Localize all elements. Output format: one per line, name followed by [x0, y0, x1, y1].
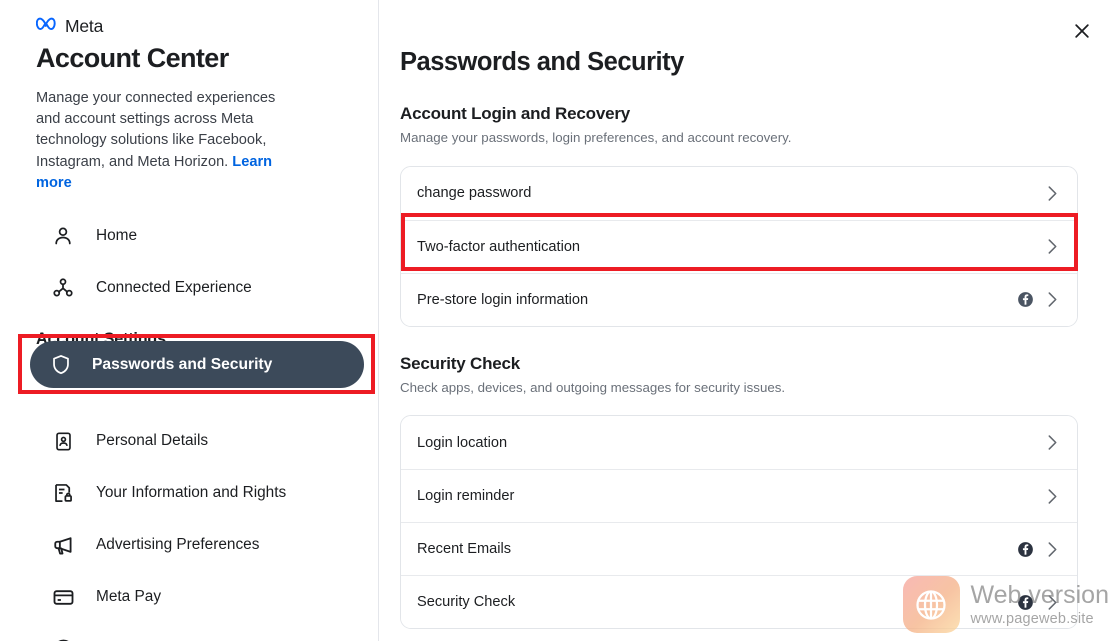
row-label: Login reminder	[417, 488, 515, 505]
row-login-location[interactable]: Login location	[401, 416, 1077, 470]
sidebar-item-personal-details[interactable]: Personal Details	[14, 415, 364, 467]
section-heading: Security Check	[400, 353, 521, 373]
page-heading-account-center: Account Center	[36, 43, 229, 73]
credit-card-icon	[50, 584, 76, 610]
section-subtitle: Check apps, devices, and outgoing messag…	[400, 379, 786, 395]
sidebar-item-label: Advertising Preferences	[96, 536, 260, 554]
shield-icon	[48, 352, 74, 378]
chevron-right-icon	[1048, 292, 1057, 307]
row-label: change password	[417, 185, 532, 202]
row-trailing	[1017, 594, 1058, 611]
sidebar-item-connected-experience[interactable]: Connected Experience	[14, 262, 364, 314]
sidebar-item-meta-pay[interactable]: Meta Pay	[14, 571, 364, 623]
row-trailing	[1047, 488, 1058, 505]
section-security-check: Security Check Check apps, devices, and …	[379, 354, 1117, 630]
close-button[interactable]	[1065, 14, 1099, 48]
row-recent-emails[interactable]: Recent Emails	[401, 522, 1077, 576]
chevron-right-icon	[1048, 489, 1057, 504]
facebook-icon	[1018, 594, 1033, 610]
row-login-reminder[interactable]: Login reminder	[401, 469, 1077, 523]
row-label: Two-factor authentication	[417, 238, 581, 255]
sidebar-nav: Home Connected Experience Account Settin…	[0, 210, 378, 641]
megaphone-icon	[50, 532, 76, 558]
settings-card-security-check: Login location Login reminder Recent Ema…	[400, 415, 1078, 630]
sidebar-item-label: Personal Details	[96, 432, 209, 450]
person-icon	[50, 223, 76, 249]
section-heading: Account Login and Recovery	[400, 104, 631, 123]
main-content: Passwords and Security Account Login and…	[379, 0, 1117, 641]
meta-infinity-logo-icon	[35, 17, 58, 37]
chevron-right-icon	[1048, 435, 1057, 450]
row-trailing	[1047, 185, 1058, 202]
sidebar-item-your-information-and-rights[interactable]: Your Information and Rights	[14, 467, 364, 519]
row-security-check[interactable]: Security Check	[401, 575, 1077, 629]
row-trailing	[1017, 291, 1058, 308]
close-icon	[1075, 24, 1089, 38]
sidebar-item-account[interactable]: Account	[14, 623, 364, 641]
sidebar-item-label: Connected Experience	[96, 279, 252, 297]
chevron-right-icon	[1048, 595, 1057, 610]
row-label: Security Check	[417, 594, 516, 611]
row-trailing	[1047, 238, 1058, 255]
sidebar-item-label: Your Information and Rights	[96, 484, 287, 502]
id-card-icon	[50, 428, 76, 454]
chevron-right-icon	[1048, 185, 1057, 201]
row-two-factor-authentication[interactable]: Two-factor authentication	[401, 219, 1077, 273]
sidebar-item-label: Meta Pay	[96, 588, 162, 606]
account-circle-icon	[50, 636, 76, 641]
chevron-right-icon	[1048, 239, 1057, 254]
facebook-icon	[1018, 541, 1033, 557]
connected-nodes-icon	[50, 275, 76, 301]
sidebar: Meta Account Center Manage your connecte…	[0, 0, 379, 641]
account-center-description: Manage your connected experiences and ac…	[0, 76, 330, 194]
row-pre-store-login-information[interactable]: Pre-store login information	[401, 272, 1077, 326]
sidebar-item-label: Home	[96, 227, 138, 245]
row-label: Login location	[417, 434, 508, 451]
sidebar-item-label: Passwords and Security	[92, 355, 273, 373]
row-label: Pre-store login information	[417, 291, 589, 308]
sidebar-item-passwords-and-security[interactable]: Passwords and Security	[30, 341, 364, 388]
row-trailing	[1047, 434, 1058, 451]
brand: Meta	[0, 0, 378, 37]
sidebar-item-advertising-preferences[interactable]: Advertising Preferences	[14, 519, 364, 571]
row-label: Recent Emails	[417, 541, 512, 558]
settings-card-login-recovery: change password Two-factor authenticatio…	[400, 165, 1078, 327]
brand-name: Meta	[65, 16, 104, 37]
section-subtitle: Manage your passwords, login preferences…	[400, 130, 792, 145]
document-lock-icon	[50, 480, 76, 506]
row-change-password[interactable]: change password	[401, 166, 1077, 220]
chevron-right-icon	[1048, 542, 1057, 557]
facebook-icon	[1018, 292, 1033, 307]
row-trailing	[1017, 541, 1058, 558]
page-title: Passwords and Security	[400, 48, 684, 76]
section-account-login-and-recovery: Account Login and Recovery Manage your p…	[379, 104, 1117, 327]
account-center-window: Meta Account Center Manage your connecte…	[0, 0, 1117, 641]
sidebar-item-home[interactable]: Home	[14, 210, 364, 262]
